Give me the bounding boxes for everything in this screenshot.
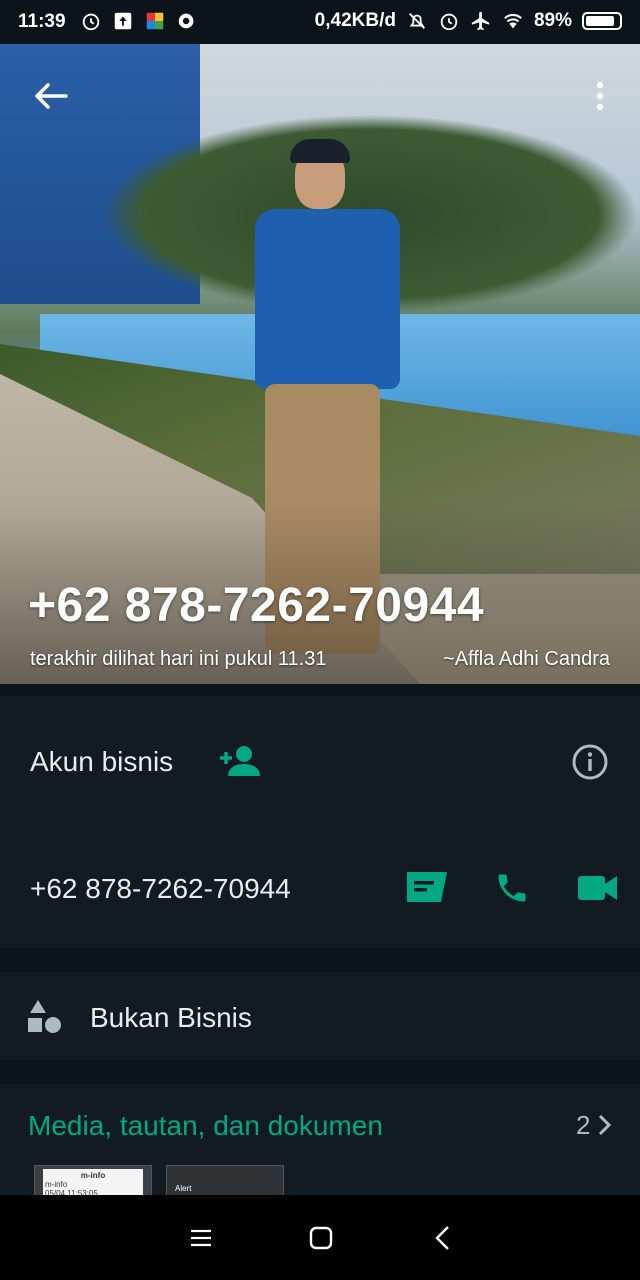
divider [0, 684, 640, 696]
divider [0, 948, 640, 972]
more-options-icon[interactable] [588, 78, 612, 114]
recent-apps-icon[interactable] [186, 1223, 216, 1253]
message-icon[interactable] [407, 872, 447, 902]
thumb-line: m-info [45, 1180, 68, 1189]
battery-percent: 89% [533, 10, 572, 31]
media-thumbnail[interactable]: m-info m-info 05/04 11:53:05 [34, 1165, 152, 1197]
system-nav-bar [0, 1195, 640, 1280]
mute-icon [408, 13, 425, 29]
battery-icon [582, 12, 622, 30]
network-speed: 0,42KB/d [314, 10, 396, 31]
camera-icon [178, 13, 194, 29]
category-card[interactable]: Bukan Bisnis [0, 972, 640, 1060]
thumb-title: Alert [175, 1184, 192, 1193]
add-contact-icon[interactable] [218, 744, 260, 778]
category-label: Bukan Bisnis [90, 1002, 252, 1033]
chevron-right-icon[interactable] [596, 1114, 612, 1136]
video-call-icon[interactable] [578, 874, 618, 902]
last-seen-text: terakhir dilihat hari ini pukul 11.31 [30, 648, 327, 670]
business-account-label: Akun bisnis [30, 746, 174, 777]
alarm-icon [82, 13, 100, 31]
upload-icon [114, 12, 132, 30]
shapes-icon [28, 1000, 61, 1033]
alarm-icon [440, 13, 458, 31]
back-arrow-icon[interactable] [30, 80, 70, 112]
media-thumbnail[interactable]: Alert [166, 1165, 284, 1197]
airplane-icon [471, 11, 490, 31]
info-icon[interactable] [572, 744, 608, 780]
wifi-icon [504, 13, 522, 29]
thumb-title: m-info [80, 1171, 106, 1180]
media-count[interactable]: 2 [576, 1110, 590, 1141]
back-icon[interactable] [428, 1223, 458, 1253]
status-time: 11:39 [18, 11, 66, 32]
media-section-label[interactable]: Media, tautan, dan dokumen [28, 1110, 383, 1142]
voice-call-icon[interactable] [494, 870, 530, 906]
business-phone-number[interactable]: +62 878-7262-70944 [30, 873, 291, 905]
divider [0, 1060, 640, 1084]
home-icon[interactable] [306, 1223, 336, 1253]
status-bar: 11:39 0,42KB/d 89% [0, 0, 640, 44]
push-name: ~Affla Adhi Candra [443, 648, 610, 670]
media-thumbnails: m-info m-info 05/04 11:53:05 Alert [34, 1165, 284, 1197]
business-card: Akun bisnis +62 878-7262-70944 [0, 696, 640, 948]
contact-phone-title: +62 878-7262-70944 [28, 579, 485, 632]
app-icon [146, 12, 164, 30]
